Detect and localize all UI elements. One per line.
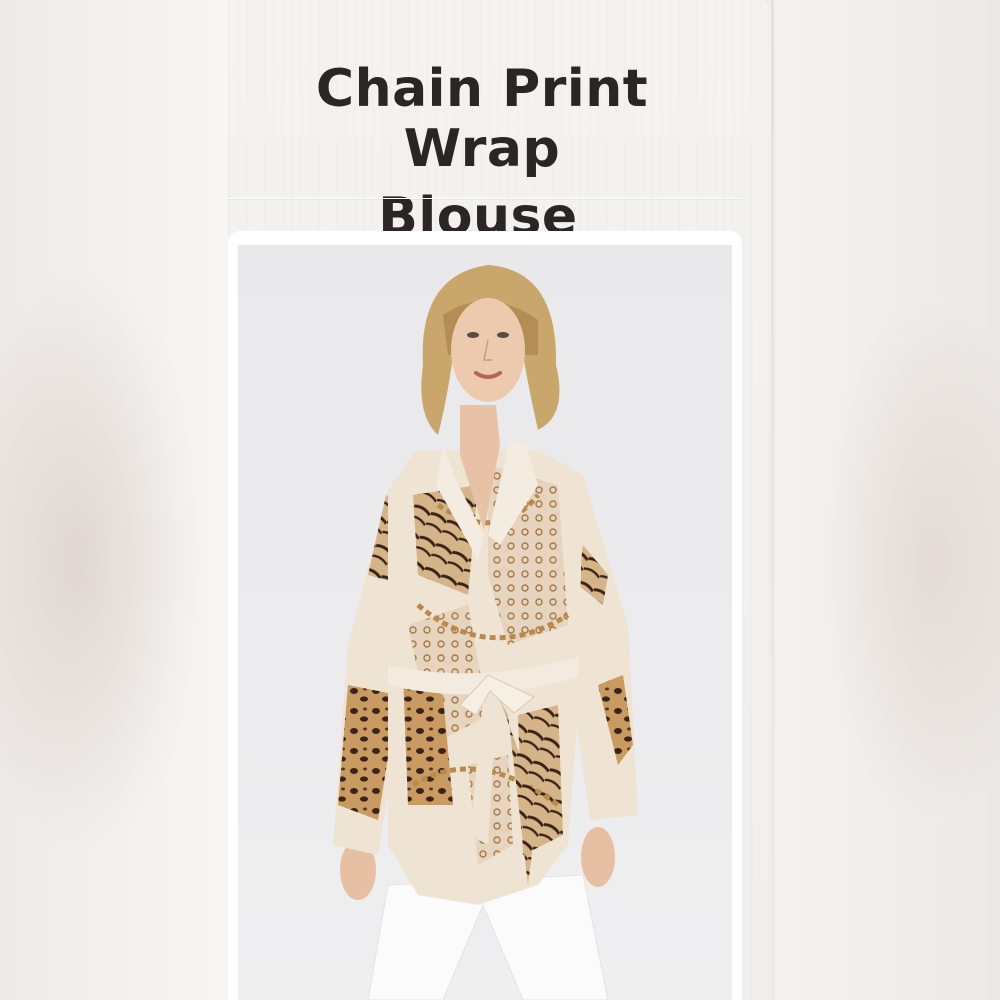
right-hand	[581, 827, 615, 887]
model-illustration	[333, 265, 638, 1000]
right-eye	[497, 332, 509, 338]
left-eye	[467, 332, 479, 338]
product-title-line-1: Chain Print Wrap	[315, 58, 649, 179]
face	[451, 298, 525, 402]
product-photo-frame[interactable]	[228, 231, 742, 1000]
listing-card: Chain Print Wrap Blouse	[228, 0, 774, 1000]
product-title: Chain Print Wrap Blouse	[228, 59, 728, 247]
title-divider	[228, 198, 742, 199]
card-edge	[771, 0, 774, 1000]
product-photo[interactable]	[238, 245, 732, 1000]
